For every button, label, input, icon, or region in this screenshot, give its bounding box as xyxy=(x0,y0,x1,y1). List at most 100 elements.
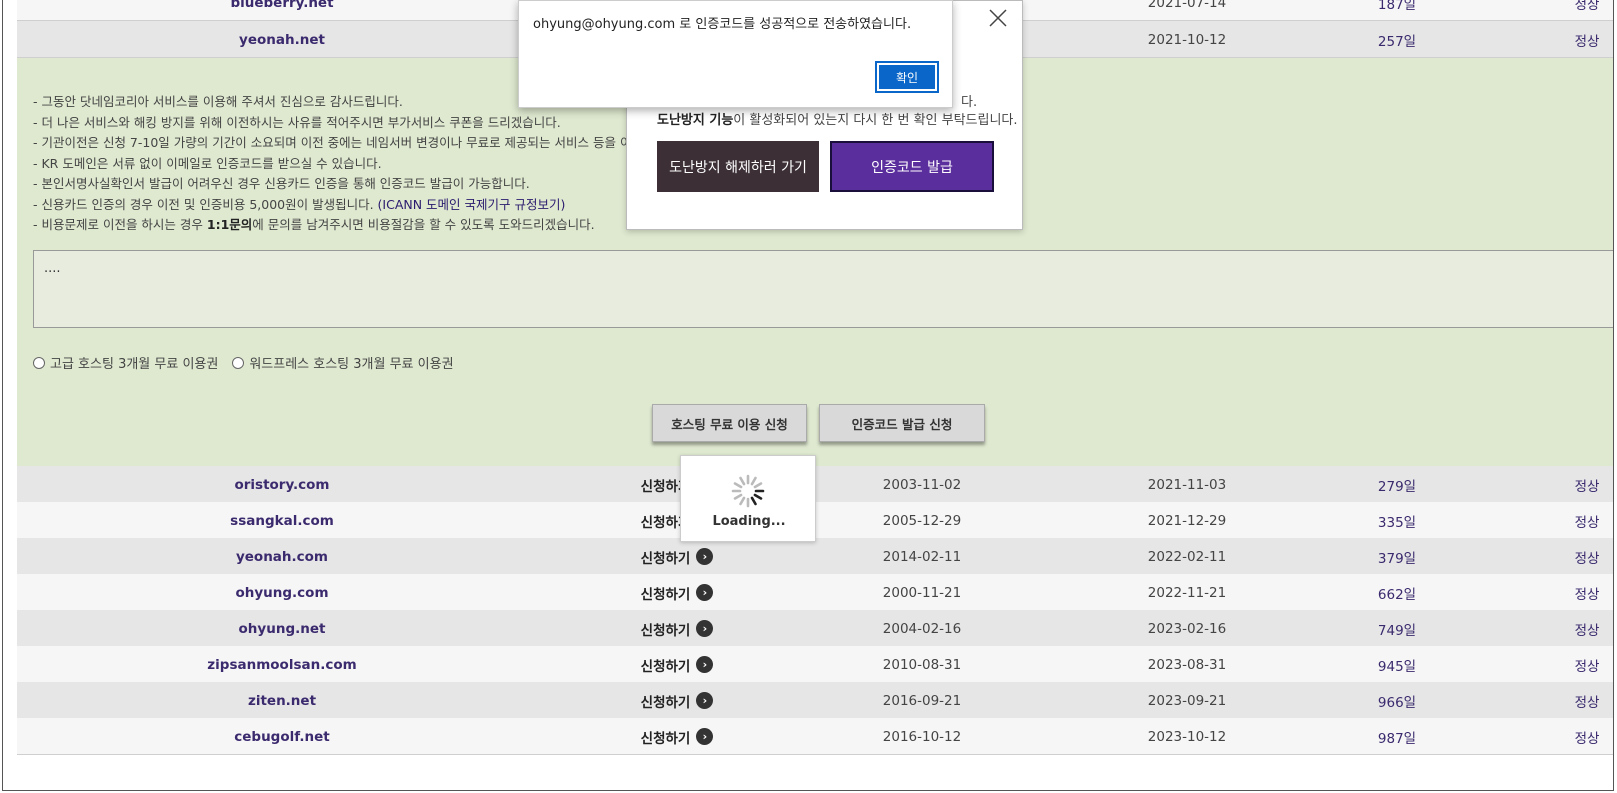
register-date: 2004-02-16 xyxy=(882,620,962,637)
apply-button[interactable]: 신청하기 › xyxy=(587,610,767,647)
apply-button[interactable]: 신청하기 › xyxy=(587,574,767,611)
apply-button[interactable]: 신청하기 › xyxy=(587,646,767,683)
table-row: cebugolf.net 신청하기 › 2016-10-12 2023-10-12 987… xyxy=(17,718,1613,755)
alert-message: ohyung@ohyung.com 로 인증코드를 성공적으로 전송하였습니다. xyxy=(533,17,912,32)
radio-wordpress-hosting[interactable]: 워드프레스 호스팅 3개월 무료 이용권 xyxy=(232,353,454,372)
remaining-days: 257일 xyxy=(1377,33,1417,50)
unlock-protection-button[interactable]: 도난방지 해제하러 가기 xyxy=(657,141,819,192)
remaining-days: 379일 xyxy=(1377,550,1417,567)
spinner-icon xyxy=(731,474,765,508)
domain-link[interactable]: ssangkal.com xyxy=(137,502,427,539)
register-date: 2016-10-12 xyxy=(882,728,962,745)
loading-text: Loading... xyxy=(712,514,786,529)
chevron-right-icon: › xyxy=(696,728,714,745)
remaining-days: 987일 xyxy=(1377,730,1417,747)
loading-overlay: Loading... xyxy=(680,455,816,542)
chevron-right-icon: › xyxy=(696,692,714,709)
notice-line: - 비용문제로 이전을 하시는 경우 1:1문의에 문의를 남겨주시면 비용절감… xyxy=(33,215,654,236)
notice-line: - 더 나은 서비스와 해킹 방지를 위해 이전하시는 사유를 적어주시면 부가… xyxy=(33,114,561,130)
chevron-right-icon: › xyxy=(696,548,714,565)
status-text: 정상 xyxy=(1574,586,1600,603)
table-row: zipsanmoolsan.com 신청하기 › 2010-08-31 2023-08-… xyxy=(17,646,1613,683)
apply-label: 신청하기 xyxy=(640,658,691,675)
table-row: ziten.net 신청하기 › 2016-09-21 2023-09-21 966일 정상 xyxy=(17,682,1613,719)
notice-line: - KR 도메인은 서류 없이 이메일로 인증코드를 받으실 수 있습니다. xyxy=(33,155,382,171)
notice-line-text: 에 문의를 남겨주시면 비용절감을 할 수 있도록 도와드리겠습니다. xyxy=(252,217,595,232)
apply-button[interactable]: 신청하기 › xyxy=(587,718,767,755)
expire-date: 2021-11-03 xyxy=(1147,476,1227,493)
radio-label: 워드프레스 호스팅 3개월 무료 이용권 xyxy=(249,357,454,372)
domain-link[interactable]: cebugolf.net xyxy=(137,718,427,755)
expire-date: 2023-08-31 xyxy=(1147,656,1227,673)
status-text: 정상 xyxy=(1574,478,1600,495)
expire-date: 2022-02-11 xyxy=(1147,548,1227,565)
remaining-days: 749일 xyxy=(1377,622,1417,639)
inquiry-link[interactable]: 1:1문의 xyxy=(207,217,252,232)
expire-date: 2023-10-12 xyxy=(1147,728,1227,745)
register-date: 2000-11-21 xyxy=(882,584,962,601)
alert-ok-button[interactable]: 확인 xyxy=(875,61,939,93)
domain-link[interactable]: ziten.net xyxy=(137,682,427,719)
status-text: 정상 xyxy=(1574,33,1600,50)
notice-line: - 본인서명사실확인서 발급이 어려우신 경우 신용카드 인증을 통해 인증코드… xyxy=(33,176,530,191)
register-date: 2016-09-21 xyxy=(882,692,962,709)
status-text: 정상 xyxy=(1574,0,1600,13)
chevron-right-icon: › xyxy=(696,656,714,673)
domain-link[interactable]: zipsanmoolsan.com xyxy=(137,646,427,683)
status-text: 정상 xyxy=(1574,658,1600,675)
table-row: ohyung.net 신청하기 › 2004-02-16 2023-02-16 749일 정… xyxy=(17,610,1613,647)
notice-line-text: - 신용카드 인증의 경우 이전 및 인증비용 5,000원이 발생됩니다. xyxy=(33,196,378,212)
icann-rule-link[interactable]: (ICANN 도메인 국제기구 규정보기) xyxy=(378,197,566,212)
apply-label: 신청하기 xyxy=(640,730,691,747)
transfer-notice: - 그동안 닷네임코리아 서비스를 이용해 주셔서 진심으로 감사드립니다. -… xyxy=(33,92,654,236)
issue-authcode-button[interactable]: 인증코드 발급 xyxy=(830,141,994,192)
chevron-right-icon: › xyxy=(696,584,714,601)
apply-label: 신청하기 xyxy=(640,550,691,567)
radio-premium-hosting[interactable]: 고급 호스팅 3개월 무료 이용권 xyxy=(33,353,218,372)
coupon-options: 고급 호스팅 3개월 무료 이용권 워드프레스 호스팅 3개월 무료 이용권 xyxy=(33,353,454,372)
radio-label: 고급 호스팅 3개월 무료 이용권 xyxy=(50,357,219,372)
close-icon[interactable] xyxy=(987,7,1009,29)
apply-button[interactable]: 신청하기 › xyxy=(587,682,767,719)
apply-button[interactable]: 신청하기 › xyxy=(587,538,767,575)
remaining-days: 187일 xyxy=(1377,0,1417,13)
table-row: ohyung.com 신청하기 › 2000-11-21 2022-11-21 662일 정… xyxy=(17,574,1613,611)
domain-link[interactable]: blueberry.net xyxy=(137,0,427,21)
expire-date: 2021-07-14 xyxy=(1147,0,1227,11)
chevron-right-icon: › xyxy=(696,620,714,637)
expire-date: 2021-12-29 xyxy=(1147,512,1227,529)
expire-date: 2022-11-21 xyxy=(1147,584,1227,601)
remaining-days: 945일 xyxy=(1377,658,1417,675)
remaining-days: 279일 xyxy=(1377,478,1417,495)
remaining-days: 662일 xyxy=(1377,586,1417,603)
expire-date: 2023-02-16 xyxy=(1147,620,1227,637)
modal-text-fragment: 다. xyxy=(961,95,978,110)
apply-label: 신청하기 xyxy=(640,586,691,603)
radio-circle-icon[interactable] xyxy=(33,356,45,369)
domain-link[interactable]: yeonah.com xyxy=(137,538,427,575)
modal-message-rest: 이 활성화되어 있는지 다시 한 번 확인 부탁드립니다. xyxy=(733,113,1018,128)
register-date: 2005-12-29 xyxy=(882,512,962,529)
remaining-days: 335일 xyxy=(1377,514,1417,531)
register-date: 2010-08-31 xyxy=(882,656,962,673)
apply-label: 신청하기 xyxy=(640,622,691,639)
modal-message-bold: 도난방지 기능 xyxy=(657,113,734,128)
domain-link[interactable]: ohyung.com xyxy=(137,574,427,611)
register-date: 2003-11-02 xyxy=(882,476,962,493)
domain-link[interactable]: ohyung.net xyxy=(137,610,427,647)
status-text: 정상 xyxy=(1574,622,1600,639)
status-text: 정상 xyxy=(1574,514,1600,531)
alert-dialog: ohyung@ohyung.com 로 인증코드를 성공적으로 전송하였습니다.… xyxy=(518,0,953,108)
domain-link[interactable]: yeonah.net xyxy=(137,21,427,58)
authcode-apply-button[interactable]: 인증코드 발급 신청 xyxy=(819,404,985,442)
radio-circle-icon[interactable] xyxy=(232,356,245,369)
hosting-free-apply-button[interactable]: 호스팅 무료 이용 신청 xyxy=(652,404,807,442)
transfer-reason-textarea[interactable]: .... xyxy=(33,250,1613,328)
remaining-days: 966일 xyxy=(1377,694,1417,711)
notice-line-text: - 비용문제로 이전을 하시는 경우 xyxy=(33,217,207,232)
domain-link[interactable]: oristory.com xyxy=(137,466,427,503)
expire-date: 2023-09-21 xyxy=(1147,692,1227,709)
status-text: 정상 xyxy=(1574,694,1600,711)
expire-date: 2021-10-12 xyxy=(1147,31,1227,48)
notice-line: - 신용카드 인증의 경우 이전 및 인증비용 5,000원이 발생됩니다. (… xyxy=(33,195,654,216)
